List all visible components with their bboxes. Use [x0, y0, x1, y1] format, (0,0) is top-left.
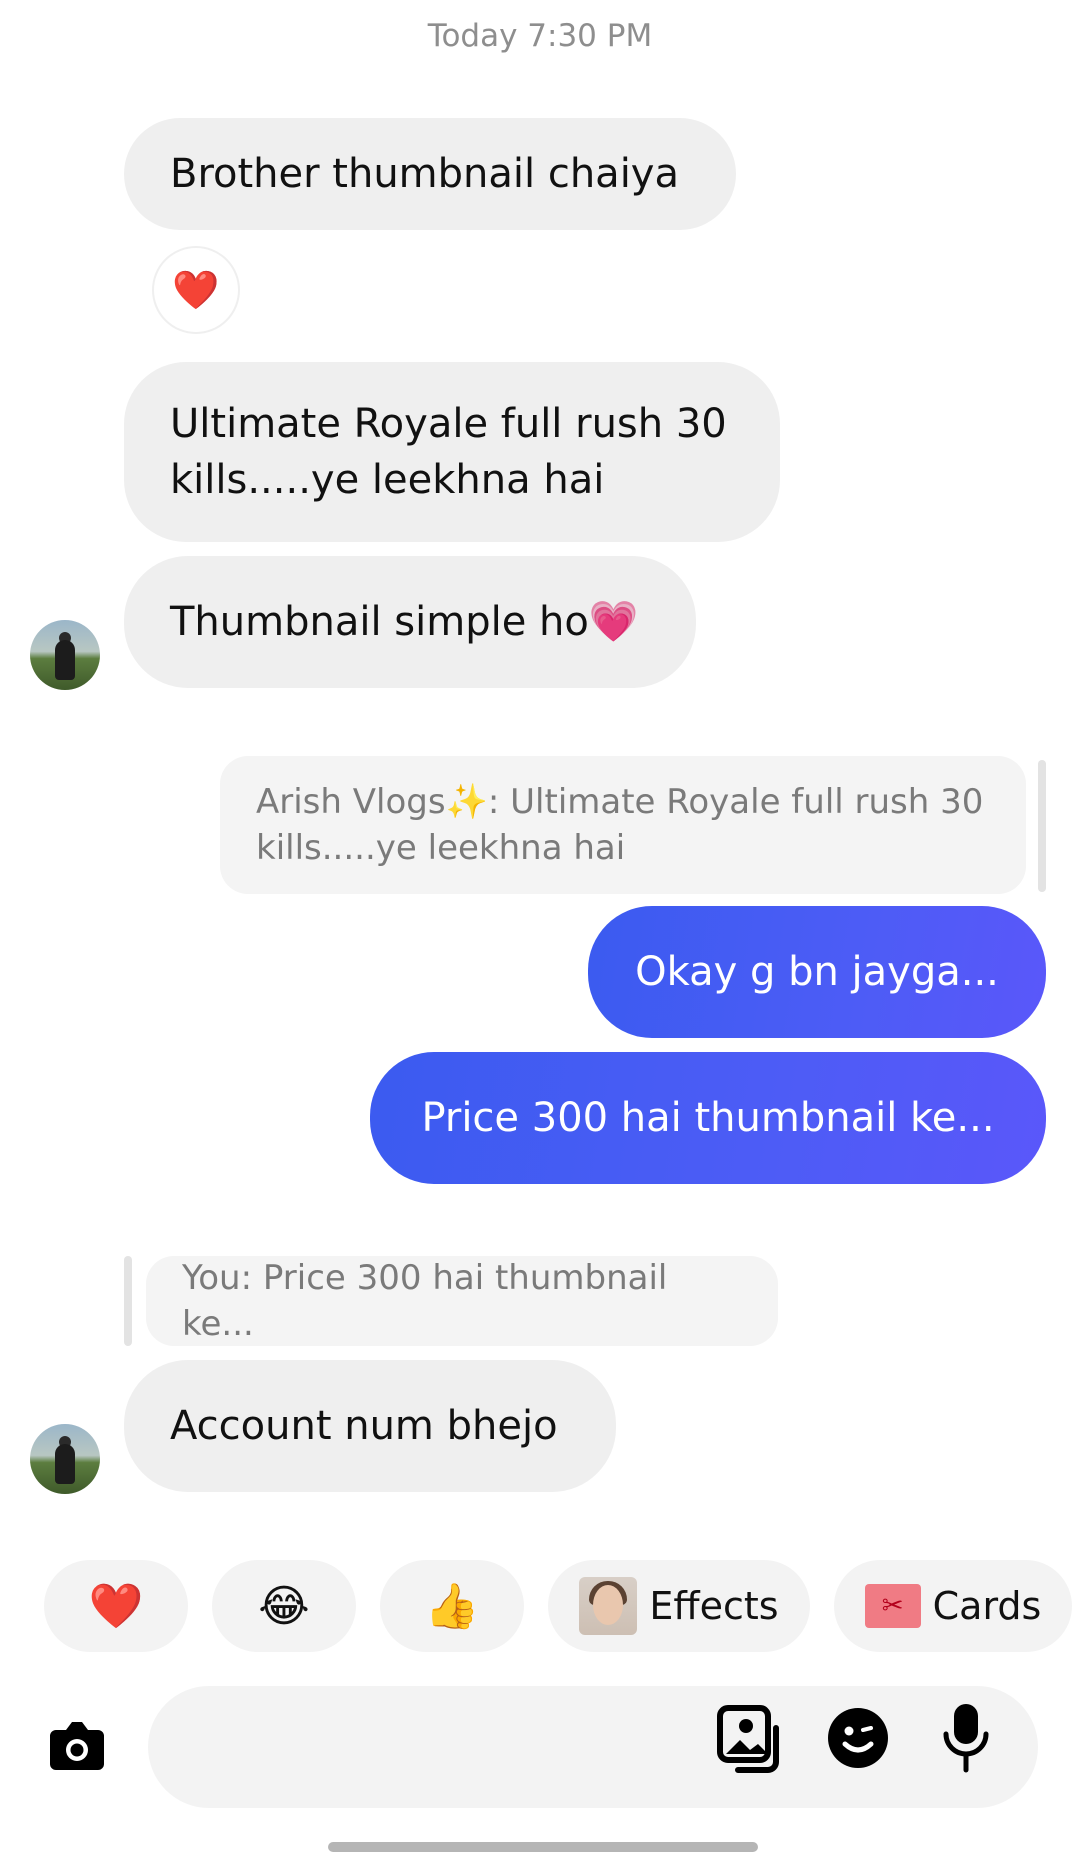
- message-text-line: Ultimate Royale full rush 30: [170, 401, 727, 447]
- gift-card-icon: ✂: [864, 1584, 921, 1628]
- incoming-message[interactable]: Brother thumbnail chaiya: [124, 118, 736, 230]
- effects-button[interactable]: Effects: [548, 1560, 810, 1652]
- cards-label: Cards: [932, 1584, 1042, 1628]
- quote-text: You: Price 300 hai thumbnail ke...: [182, 1258, 668, 1344]
- gallery-icon[interactable]: [716, 1704, 788, 1776]
- message-text: Thumbnail simple ho💗: [170, 599, 639, 645]
- outgoing-message[interactable]: Okay g bn jayga...: [588, 906, 1046, 1038]
- camera-icon[interactable]: [42, 1710, 112, 1780]
- home-indicator: [328, 1842, 758, 1852]
- quick-reactions-bar: ❤️ 😂 👍 Effects ✂ Cards: [0, 1560, 1080, 1652]
- microphone-icon[interactable]: [938, 1700, 994, 1776]
- message-text: Price 300 hai thumbnail ke...: [421, 1095, 995, 1141]
- message-text-line: kills.....ye leekhna hai: [170, 457, 605, 503]
- laughing-face-icon: 😂: [258, 1580, 310, 1632]
- incoming-message[interactable]: Thumbnail simple ho💗: [124, 556, 696, 688]
- reply-indicator-bar: [1038, 760, 1046, 892]
- quick-reaction-heart[interactable]: ❤️: [44, 1560, 188, 1652]
- thread-timestamp: Today 7:30 PM: [427, 18, 653, 54]
- incoming-message[interactable]: Ultimate Royale full rush 30 kills.....y…: [124, 362, 780, 542]
- chat-screen: Today 7:30 PM Brother thumbnail chaiya ❤…: [0, 0, 1080, 1864]
- quote-text-line: kills.....ye leekhna hai: [256, 828, 626, 868]
- message-text: Account num bhejo: [170, 1403, 558, 1449]
- cards-button[interactable]: ✂ Cards: [834, 1560, 1072, 1652]
- outgoing-message[interactable]: Price 300 hai thumbnail ke...: [370, 1052, 1046, 1184]
- effects-preview-icon: [579, 1577, 638, 1635]
- incoming-message[interactable]: Account num bhejo: [124, 1360, 616, 1492]
- message-reaction-heart[interactable]: ❤️: [152, 246, 240, 334]
- message-text: Brother thumbnail chaiya: [170, 151, 679, 197]
- reply-indicator-bar: [124, 1256, 132, 1346]
- thumbs-up-icon: 👍: [424, 1581, 480, 1632]
- effects-label: Effects: [649, 1584, 779, 1628]
- contact-avatar[interactable]: [30, 620, 100, 690]
- message-text: Okay g bn jayga...: [635, 949, 999, 995]
- quick-reaction-laugh[interactable]: 😂: [212, 1560, 356, 1652]
- contact-avatar[interactable]: [30, 1424, 100, 1494]
- replied-message-preview[interactable]: Arish Vlogs✨: Ultimate Royale full rush …: [220, 756, 1026, 894]
- replied-message-preview[interactable]: You: Price 300 hai thumbnail ke...: [146, 1256, 778, 1346]
- quick-reaction-thumbs-up[interactable]: 👍: [380, 1560, 524, 1652]
- sticker-icon[interactable]: [826, 1706, 890, 1770]
- quote-text-line: Arish Vlogs✨: Ultimate Royale full rush …: [256, 782, 984, 822]
- heart-reaction-icon: ❤️: [172, 267, 220, 312]
- heart-icon: ❤️: [88, 1581, 144, 1632]
- message-input[interactable]: [148, 1686, 1038, 1808]
